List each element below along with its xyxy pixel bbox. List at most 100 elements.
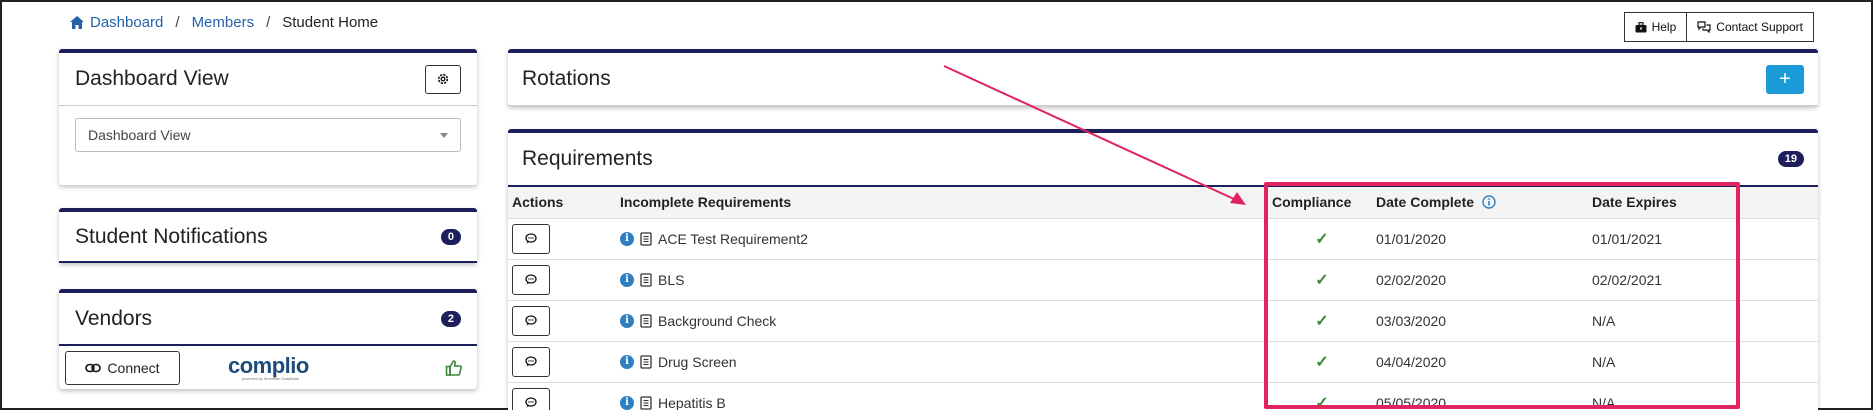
chevron-down-icon bbox=[440, 132, 448, 138]
requirement-name[interactable]: ACE Test Requirement2 bbox=[658, 231, 808, 247]
requirements-title: Requirements bbox=[522, 147, 653, 170]
connect-button[interactable]: Connect bbox=[65, 351, 180, 385]
checkmark-icon: ✓ bbox=[1315, 230, 1329, 248]
date-expires-cell: N/A bbox=[1588, 382, 1800, 410]
requirements-count-badge: 19 bbox=[1777, 151, 1804, 167]
comment-icon bbox=[525, 356, 537, 367]
table-row: i Hepatitis B ✓ 05/05/2020 N/A bbox=[508, 382, 1818, 410]
vendors-title: Vendors bbox=[75, 306, 153, 330]
col-incomplete-requirements: Incomplete Requirements bbox=[616, 187, 1272, 219]
checkmark-icon: ✓ bbox=[1315, 394, 1329, 410]
document-icon bbox=[640, 354, 652, 369]
complio-logo-subtext: powered by American DataBank bbox=[242, 376, 300, 381]
date-expires-cell: 01/01/2021 bbox=[1588, 218, 1800, 260]
rotations-title: Rotations bbox=[522, 67, 611, 90]
requirements-card: Requirements 19 Actions Incomplete Requi… bbox=[508, 129, 1818, 410]
comment-button[interactable] bbox=[512, 346, 550, 377]
date-complete-cell: 05/05/2020 bbox=[1372, 382, 1588, 410]
info-icon[interactable]: i bbox=[620, 354, 634, 369]
comment-icon bbox=[525, 397, 537, 408]
add-rotation-button[interactable]: + bbox=[1766, 64, 1804, 94]
comment-icon bbox=[525, 233, 537, 244]
home-icon bbox=[70, 16, 84, 29]
date-expires-cell: 02/02/2021 bbox=[1588, 259, 1800, 301]
requirement-name[interactable]: BLS bbox=[658, 272, 684, 288]
requirement-name[interactable]: Hepatitis B bbox=[658, 395, 726, 410]
col-empty bbox=[1800, 187, 1818, 219]
info-icon[interactable]: i bbox=[620, 272, 634, 287]
contact-support-label: Contact Support bbox=[1716, 20, 1803, 34]
requirement-name[interactable]: Background Check bbox=[658, 313, 776, 329]
requirements-table: Actions Incomplete Requirements Complian… bbox=[508, 187, 1818, 410]
col-compliance: Compliance bbox=[1272, 187, 1372, 219]
date-expires-cell: N/A bbox=[1588, 341, 1800, 383]
comment-button[interactable] bbox=[512, 223, 550, 254]
complio-logo-text: complio bbox=[228, 353, 309, 378]
contact-support-button[interactable]: Contact Support bbox=[1687, 12, 1814, 42]
table-row: i BLS ✓ 02/02/2020 02/02/2021 bbox=[508, 259, 1818, 301]
link-icon bbox=[85, 363, 102, 373]
document-icon bbox=[640, 313, 652, 328]
breadcrumb-current: Student Home bbox=[282, 14, 379, 31]
top-actions: Help Contact Support bbox=[1623, 12, 1814, 42]
checkmark-icon: ✓ bbox=[1315, 271, 1329, 289]
info-icon[interactable]: i bbox=[620, 231, 634, 246]
col-date-expires: Date Expires bbox=[1588, 187, 1800, 219]
info-circle-icon[interactable] bbox=[1482, 195, 1496, 209]
comment-icon bbox=[525, 274, 537, 285]
breadcrumb: Dashboard / Members / Student Home bbox=[69, 14, 378, 31]
checkmark-icon: ✓ bbox=[1315, 353, 1329, 371]
info-icon[interactable]: i bbox=[620, 313, 634, 328]
breadcrumb-separator: / bbox=[266, 14, 271, 31]
rotations-card: Rotations + bbox=[508, 49, 1818, 106]
info-icon[interactable]: i bbox=[620, 395, 634, 410]
col-date-complete: Date Complete bbox=[1372, 187, 1588, 219]
checkmark-icon: ✓ bbox=[1315, 312, 1329, 330]
dashboard-view-select-value: Dashboard View bbox=[88, 127, 191, 143]
vendor-row: Connect complio powered by American Data… bbox=[59, 346, 477, 390]
date-complete-cell: 01/01/2020 bbox=[1372, 218, 1588, 260]
notifications-count-badge: 0 bbox=[440, 228, 461, 245]
settings-button[interactable] bbox=[425, 64, 461, 94]
date-complete-cell: 03/03/2020 bbox=[1372, 300, 1588, 342]
document-icon bbox=[640, 272, 652, 287]
breadcrumb-dashboard-label: Dashboard bbox=[90, 14, 164, 31]
student-notifications-card: Student Notifications 0 bbox=[59, 208, 477, 263]
date-expires-cell: N/A bbox=[1588, 300, 1800, 342]
vendors-header: Vendors 2 bbox=[59, 293, 477, 346]
breadcrumb-members-link[interactable]: Members bbox=[192, 14, 255, 31]
table-row: i Drug Screen ✓ 04/04/2020 N/A bbox=[508, 341, 1818, 383]
briefcase-icon bbox=[1635, 21, 1647, 32]
rotations-header: Rotations + bbox=[508, 53, 1818, 106]
requirement-name[interactable]: Drug Screen bbox=[658, 354, 737, 370]
comment-button[interactable] bbox=[512, 305, 550, 336]
col-date-complete-label: Date Complete bbox=[1376, 194, 1475, 211]
dashboard-view-title: Dashboard View bbox=[75, 67, 229, 90]
dashboard-view-card: Dashboard View Dashboard View bbox=[59, 49, 477, 185]
table-row: i Background Check ✓ 03/03/2020 N/A bbox=[508, 300, 1818, 342]
date-complete-cell: 04/04/2020 bbox=[1372, 341, 1588, 383]
comment-icon bbox=[525, 315, 537, 326]
col-actions: Actions bbox=[508, 187, 616, 219]
help-label: Help bbox=[1651, 20, 1677, 34]
student-notifications-header[interactable]: Student Notifications 0 bbox=[59, 212, 477, 263]
document-icon bbox=[640, 231, 652, 246]
requirements-header: Requirements 19 bbox=[508, 133, 1818, 187]
table-row: i ACE Test Requirement2 ✓ 01/01/2020 01/0… bbox=[508, 218, 1818, 260]
connect-label: Connect bbox=[107, 360, 160, 376]
comment-button[interactable] bbox=[512, 387, 550, 410]
complio-logo: complio powered by American DataBank bbox=[228, 355, 309, 381]
chat-bubbles-icon bbox=[1697, 21, 1711, 33]
vendors-card: Vendors 2 Connect complio powered by Ame… bbox=[59, 289, 477, 389]
breadcrumb-dashboard-link[interactable]: Dashboard bbox=[69, 14, 163, 31]
thumbs-up-icon bbox=[445, 360, 462, 376]
vendors-count-badge: 2 bbox=[440, 310, 461, 327]
help-button[interactable]: Help bbox=[1623, 12, 1688, 42]
dashboard-view-header: Dashboard View bbox=[59, 53, 477, 106]
gear-icon bbox=[437, 73, 449, 85]
dashboard-view-select[interactable]: Dashboard View bbox=[75, 118, 461, 152]
table-header-row: Actions Incomplete Requirements Complian… bbox=[508, 187, 1818, 219]
breadcrumb-separator: / bbox=[175, 14, 180, 31]
comment-button[interactable] bbox=[512, 264, 550, 295]
date-complete-cell: 02/02/2020 bbox=[1372, 259, 1588, 301]
